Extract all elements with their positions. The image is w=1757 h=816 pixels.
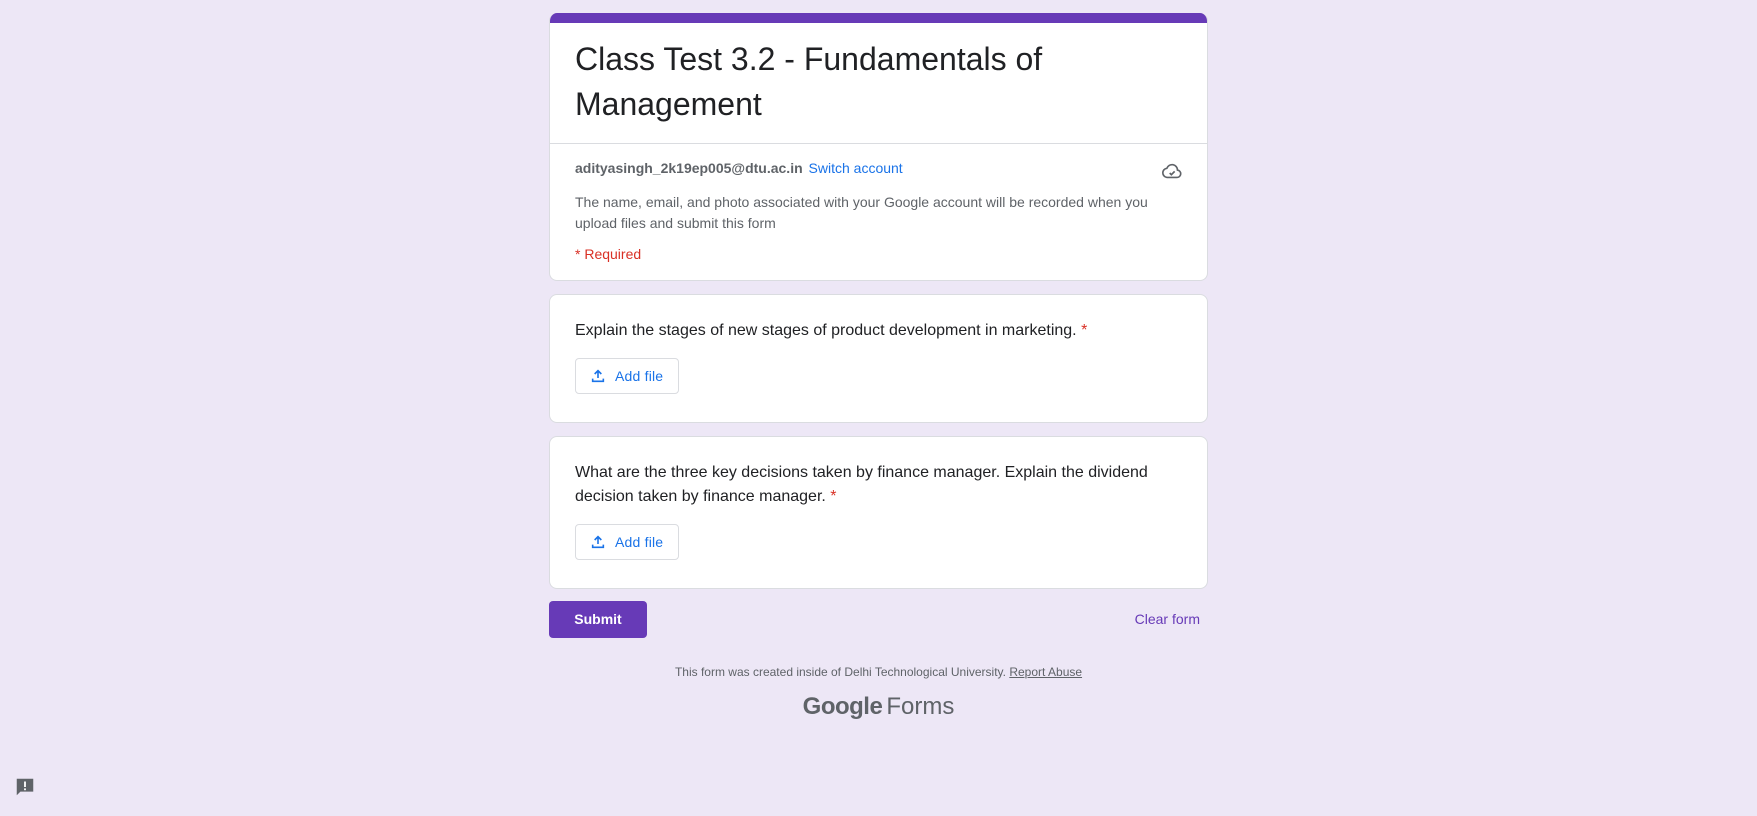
brand-google: Google — [802, 692, 883, 720]
account-line: adityasingh_2k19ep005@dtu.ac.in Switch a… — [575, 158, 1182, 178]
form-actions: Submit Clear form — [549, 600, 1208, 638]
accent-bar — [550, 13, 1207, 23]
add-file-button[interactable]: Add file — [575, 523, 680, 560]
add-file-label: Add file — [615, 533, 664, 550]
cloud-sync-icon — [1161, 163, 1182, 179]
submit-button[interactable]: Submit — [549, 600, 647, 638]
question-card: What are the three key decisions taken b… — [549, 435, 1208, 589]
question-label: What are the three key decisions taken b… — [575, 463, 1148, 506]
add-file-label: Add file — [615, 367, 664, 384]
created-text: This form was created inside of Delhi Te… — [674, 664, 1006, 679]
question-text: What are the three key decisions taken b… — [575, 461, 1182, 510]
account-block: adityasingh_2k19ep005@dtu.ac.in Switch a… — [550, 144, 1207, 280]
required-asterisk: * — [830, 488, 837, 505]
privacy-notice: The name, email, and photo associated wi… — [575, 194, 1148, 231]
required-note: * Required — [575, 246, 642, 262]
report-abuse-link[interactable]: Report Abuse — [1009, 665, 1082, 679]
google-forms-logo[interactable]: Google Forms — [549, 693, 1208, 721]
account-email: adityasingh_2k19ep005@dtu.ac.in — [575, 160, 803, 176]
question-card: Explain the stages of new stages of prod… — [549, 294, 1208, 423]
form-container: Class Test 3.2 - Fundamentals of Managem… — [549, 13, 1208, 721]
title-block: Class Test 3.2 - Fundamentals of Managem… — [550, 23, 1207, 144]
question-label: Explain the stages of new stages of prod… — [575, 322, 1077, 339]
upload-icon — [591, 535, 605, 548]
add-file-button[interactable]: Add file — [575, 357, 680, 394]
switch-account-link[interactable]: Switch account — [809, 160, 903, 176]
required-asterisk: * — [1081, 322, 1088, 339]
upload-icon — [591, 369, 605, 382]
footer-note: This form was created inside of Delhi Te… — [549, 665, 1208, 679]
form-title: Class Test 3.2 - Fundamentals of Managem… — [575, 41, 1043, 122]
brand-forms: Forms — [886, 692, 955, 720]
clear-form-button[interactable]: Clear form — [1135, 611, 1200, 627]
form-header-card: Class Test 3.2 - Fundamentals of Managem… — [549, 13, 1208, 281]
question-text: Explain the stages of new stages of prod… — [575, 319, 1182, 344]
feedback-icon[interactable] — [14, 776, 36, 798]
